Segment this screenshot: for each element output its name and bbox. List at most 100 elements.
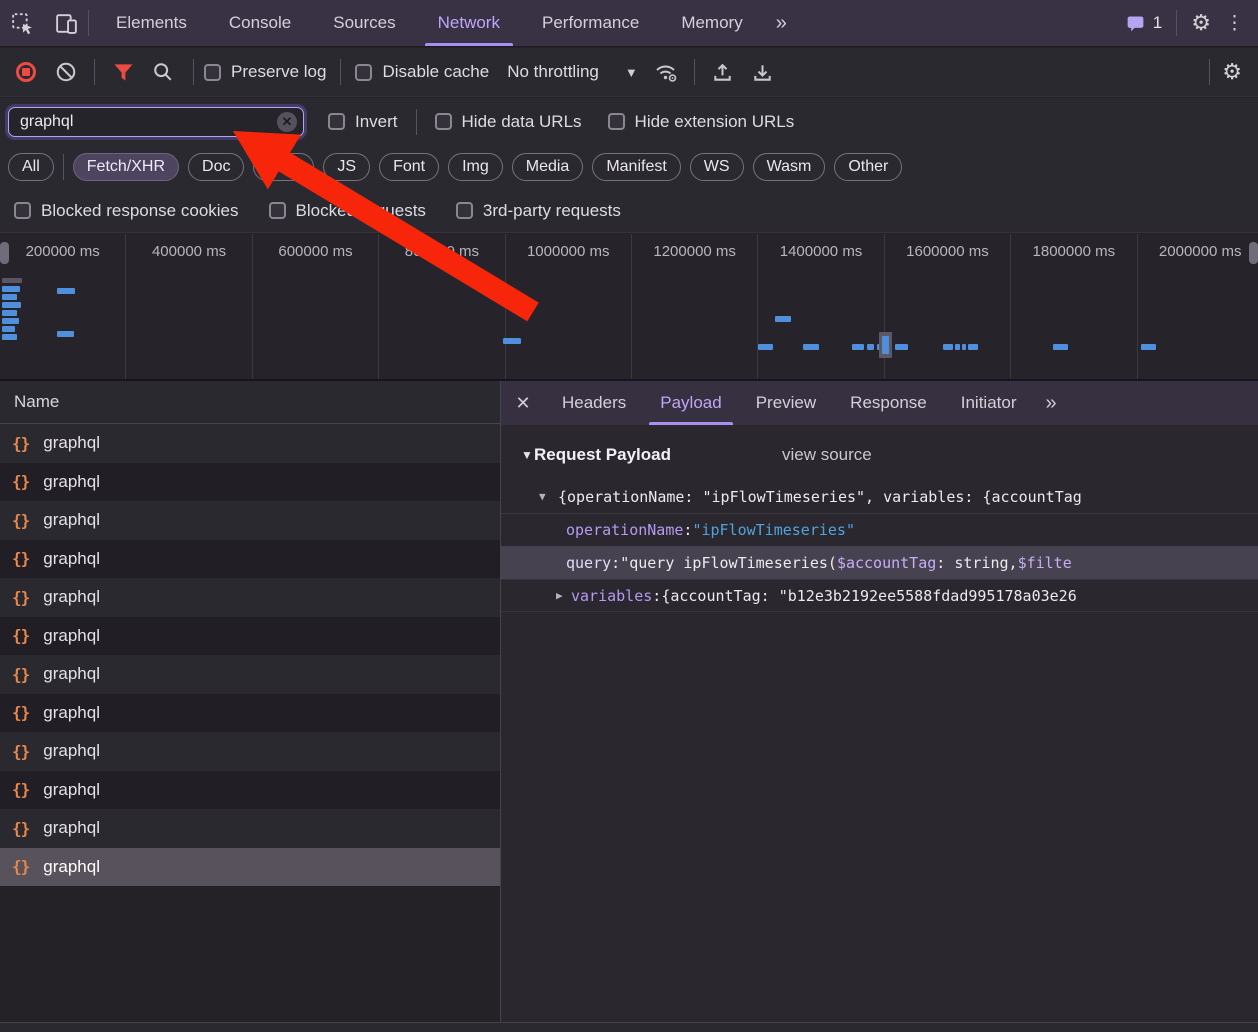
chip-other[interactable]: Other bbox=[834, 153, 902, 181]
expander-icon[interactable]: ▼ bbox=[539, 490, 546, 503]
network-conditions-icon[interactable] bbox=[646, 55, 686, 89]
request-name: graphql bbox=[43, 433, 100, 453]
request-row[interactable]: {}graphql bbox=[0, 578, 500, 617]
view-source-link[interactable]: view source bbox=[782, 445, 872, 465]
record-button[interactable] bbox=[6, 55, 46, 89]
chip-js[interactable]: JS bbox=[323, 153, 370, 181]
expander-icon[interactable]: ▶ bbox=[556, 589, 563, 602]
hide-data-urls-checkbox[interactable]: Hide data URLs bbox=[435, 112, 582, 132]
export-har-icon[interactable] bbox=[743, 55, 783, 89]
more-tabs-icon[interactable]: » bbox=[764, 0, 797, 46]
timeline-tick: 800000 ms bbox=[379, 234, 505, 379]
chip-all[interactable]: All bbox=[8, 153, 54, 181]
request-row[interactable]: {}graphql bbox=[0, 617, 500, 656]
close-detail-icon[interactable]: ✕ bbox=[501, 381, 545, 425]
request-row[interactable]: {}graphql bbox=[0, 540, 500, 579]
tab-elements[interactable]: Elements bbox=[95, 0, 208, 46]
filter-button[interactable] bbox=[103, 55, 143, 89]
issues-badge[interactable]: 1 bbox=[1125, 13, 1162, 34]
detail-tab-response[interactable]: Response bbox=[833, 381, 944, 425]
kebab-menu-icon[interactable]: ⋮ bbox=[1225, 14, 1244, 33]
timeline-tick: 1600000 ms bbox=[885, 234, 1011, 379]
chip-doc[interactable]: Doc bbox=[188, 153, 244, 181]
payload-row-query[interactable]: query: "query ipFlowTimeseries($accountT… bbox=[501, 546, 1258, 579]
blocked-response-cookies-checkbox[interactable]: Blocked response cookies bbox=[14, 201, 239, 221]
detail-tab-headers[interactable]: Headers bbox=[545, 381, 643, 425]
search-button[interactable] bbox=[143, 55, 183, 89]
throttling-select[interactable]: No throttling ▼ bbox=[507, 62, 638, 82]
invert-checkbox[interactable]: Invert bbox=[328, 112, 398, 132]
chip-font[interactable]: Font bbox=[379, 153, 439, 181]
payload-colon: : bbox=[652, 587, 661, 605]
issues-count: 1 bbox=[1153, 13, 1162, 33]
chip-media[interactable]: Media bbox=[512, 153, 584, 181]
disable-cache-checkbox[interactable]: Disable cache bbox=[355, 62, 489, 82]
payload-row-operationName[interactable]: operationName: "ipFlowTimeseries" bbox=[501, 513, 1258, 546]
tab-performance[interactable]: Performance bbox=[521, 0, 660, 46]
overview-grip-right[interactable] bbox=[1249, 242, 1258, 264]
json-icon: {} bbox=[12, 588, 29, 607]
chip-manifest[interactable]: Manifest bbox=[592, 153, 680, 181]
request-row[interactable]: {}graphql bbox=[0, 655, 500, 694]
detail-tab-preview[interactable]: Preview bbox=[739, 381, 833, 425]
preserve-log-checkbox[interactable]: Preserve log bbox=[204, 62, 326, 82]
name-column-header[interactable]: Name bbox=[0, 381, 500, 424]
request-row[interactable]: {}graphql bbox=[0, 501, 500, 540]
import-har-icon[interactable] bbox=[703, 55, 743, 89]
payload-root-row[interactable]: ▼ {operationName: "ipFlowTimeseries", var… bbox=[501, 480, 1258, 513]
chip-ws[interactable]: WS bbox=[690, 153, 744, 181]
filter-input[interactable] bbox=[8, 107, 304, 137]
request-row[interactable]: {}graphql bbox=[0, 771, 500, 810]
request-name: graphql bbox=[43, 741, 100, 761]
tab-network[interactable]: Network bbox=[417, 0, 521, 46]
waterfall-bar bbox=[2, 310, 17, 316]
section-expander-icon[interactable]: ▼ bbox=[521, 448, 533, 462]
hide-extension-urls-checkbox[interactable]: Hide extension URLs bbox=[608, 112, 795, 132]
inspect-element-icon[interactable] bbox=[0, 0, 44, 46]
chip-img[interactable]: Img bbox=[448, 153, 503, 181]
toolbar-divider bbox=[340, 59, 341, 85]
payload-root-text: {operationName: "ipFlowTimeseries", vari… bbox=[558, 488, 1082, 506]
3rd-party-requests-checkbox[interactable]: 3rd-party requests bbox=[456, 201, 621, 221]
clear-button[interactable] bbox=[46, 55, 86, 89]
payload-row-variables[interactable]: ▶variables: {accountTag: "b12e3b2192ee55… bbox=[501, 579, 1258, 612]
request-row[interactable]: {}graphql bbox=[0, 848, 500, 887]
clear-filter-icon[interactable]: ✕ bbox=[277, 112, 297, 132]
json-icon: {} bbox=[12, 665, 29, 684]
network-overview-timeline[interactable]: 200000 ms400000 ms600000 ms800000 ms1000… bbox=[0, 234, 1258, 381]
settings-gear-icon[interactable]: ⚙ bbox=[1191, 12, 1211, 34]
request-row[interactable]: {} graphql bbox=[0, 424, 500, 463]
device-toolbar-icon[interactable] bbox=[44, 0, 88, 46]
request-payload-section: ▼ Request Payload view source bbox=[501, 438, 1258, 472]
chip-css[interactable]: CSS bbox=[253, 153, 314, 181]
network-settings-gear-icon[interactable]: ⚙ bbox=[1222, 61, 1242, 83]
toolbar-divider bbox=[694, 59, 695, 85]
detail-tab-initiator[interactable]: Initiator bbox=[944, 381, 1034, 425]
json-icon: {} bbox=[12, 742, 29, 761]
payload-value: : string, bbox=[936, 554, 1017, 572]
blocked-requests-checkbox[interactable]: Blocked requests bbox=[269, 201, 426, 221]
request-row[interactable]: {}graphql bbox=[0, 463, 500, 502]
waterfall-bar bbox=[962, 344, 966, 350]
detail-more-tabs-icon[interactable]: » bbox=[1033, 381, 1066, 425]
request-row[interactable]: {}graphql bbox=[0, 809, 500, 848]
tab-memory[interactable]: Memory bbox=[660, 0, 763, 46]
name-column-label: Name bbox=[14, 392, 59, 412]
detail-tab-payload[interactable]: Payload bbox=[643, 381, 738, 425]
waterfall-bar bbox=[2, 302, 21, 308]
overview-grip-left[interactable] bbox=[0, 242, 9, 264]
tab-sources[interactable]: Sources bbox=[312, 0, 416, 46]
chips-divider bbox=[63, 154, 64, 180]
chip-fetch-xhr[interactable]: Fetch/XHR bbox=[73, 153, 179, 181]
chip-wasm[interactable]: Wasm bbox=[753, 153, 826, 181]
checkbox-box bbox=[355, 64, 372, 81]
devtools-window: ElementsConsoleSourcesNetworkPerformance… bbox=[0, 0, 1258, 1032]
request-row[interactable]: {} graphql bbox=[0, 732, 500, 771]
waterfall-bar bbox=[852, 344, 864, 350]
request-row[interactable]: {}graphql bbox=[0, 694, 500, 733]
tab-console[interactable]: Console bbox=[208, 0, 312, 46]
waterfall-bar bbox=[758, 344, 773, 350]
payload-colon: : bbox=[611, 554, 620, 572]
json-icon: {} bbox=[12, 434, 29, 453]
waterfall-bar bbox=[2, 286, 20, 292]
